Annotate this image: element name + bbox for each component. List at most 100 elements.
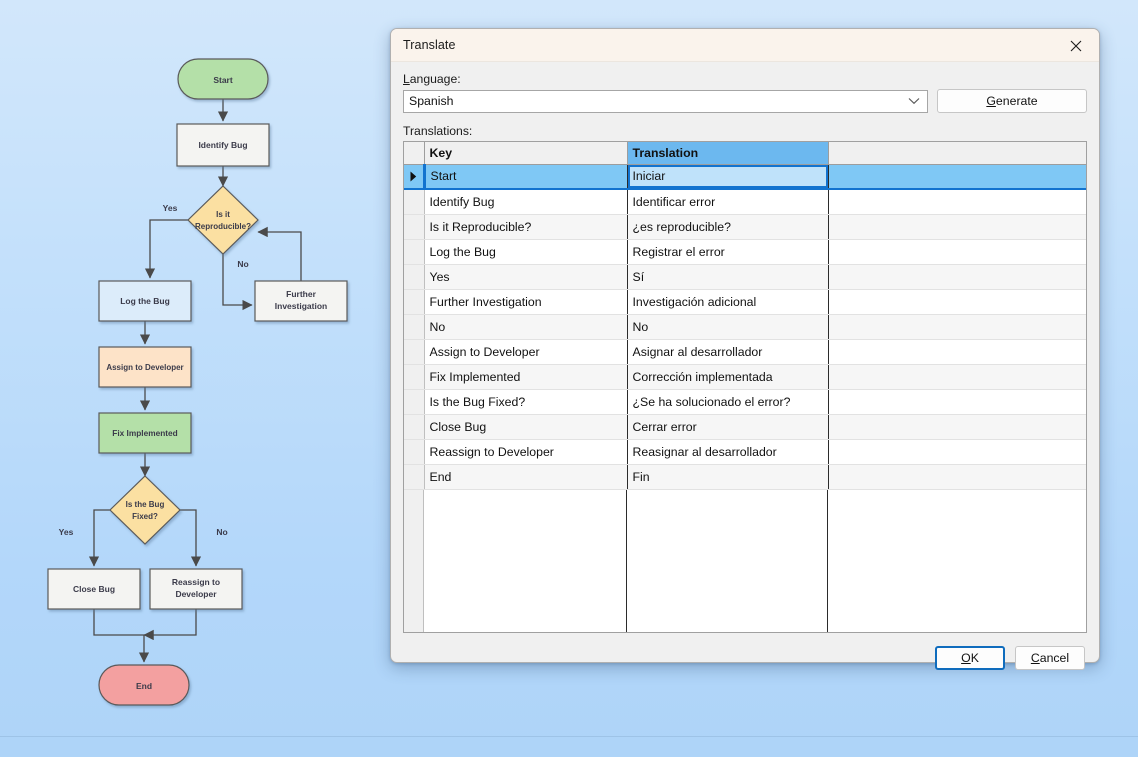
row-selector-cell[interactable] xyxy=(404,214,425,240)
language-label: Language: xyxy=(403,72,461,86)
cell-key[interactable]: Start xyxy=(424,164,628,190)
cell-translation[interactable]: Identificar error xyxy=(627,189,829,215)
cell-translation[interactable]: Iniciar xyxy=(627,164,829,190)
cell-key[interactable]: Identify Bug xyxy=(424,189,628,215)
flow-node-is-it-reproducible: Is it Reproducible? xyxy=(187,185,259,255)
cell-key[interactable]: Assign to Developer xyxy=(424,339,628,365)
grid-empty-filler-column xyxy=(828,490,1086,632)
table-row[interactable]: Assign to Developer Asignar al desarrolla… xyxy=(404,339,1086,365)
flowchart-diagram: Start Identify Bug Is it Reproducible? L… xyxy=(47,58,348,706)
cell-translation[interactable]: Corrección implementada xyxy=(627,364,829,390)
row-selector-cell[interactable] xyxy=(404,189,425,215)
ok-button[interactable]: OK xyxy=(935,645,1005,670)
table-row[interactable]: Log the Bug Registrar el error xyxy=(404,239,1086,265)
flow-node-reassign-to-developer: Reassign to Developer xyxy=(149,568,243,610)
row-selector-arrow-icon[interactable] xyxy=(404,164,426,190)
translations-grid[interactable]: Key Translation Start Iniciar Identify Bug… xyxy=(403,141,1087,633)
row-selector-cell[interactable] xyxy=(404,339,425,365)
column-header-translation[interactable]: Translation xyxy=(627,142,829,165)
row-selector-cell[interactable] xyxy=(404,389,425,415)
dialog-footer: OK Cancel xyxy=(391,633,1099,683)
cell-translation[interactable]: Asignar al desarrollador xyxy=(627,339,829,365)
cell-filler xyxy=(828,164,1086,190)
dialog-body: Language: Spanish Generate Translations: xyxy=(391,62,1099,633)
cell-key[interactable]: Further Investigation xyxy=(424,289,628,315)
row-selector-cell[interactable] xyxy=(404,439,425,465)
row-selector-cell[interactable] xyxy=(404,314,425,340)
table-row[interactable]: Reassign to Developer Reasignar al desarr… xyxy=(404,439,1086,465)
cell-translation[interactable]: Sí xyxy=(627,264,829,290)
row-selector-cell[interactable] xyxy=(404,464,425,490)
language-select[interactable]: Spanish xyxy=(403,89,928,113)
cell-key[interactable]: Reassign to Developer xyxy=(424,439,628,465)
cell-translation[interactable]: Cerrar error xyxy=(627,414,829,440)
table-row[interactable]: Identify Bug Identificar error xyxy=(404,189,1086,215)
cell-key[interactable]: Is it Reproducible? xyxy=(424,214,628,240)
cell-filler xyxy=(828,464,1086,490)
column-header-key[interactable]: Key xyxy=(424,142,628,165)
edge-label-no-fixed: No xyxy=(216,527,227,537)
flow-node-label-line2: Fixed? xyxy=(132,512,158,521)
cell-key[interactable]: End xyxy=(424,464,628,490)
cell-translation[interactable]: ¿Se ha solucionado el error? xyxy=(627,389,829,415)
row-selector-cell[interactable] xyxy=(404,414,425,440)
cell-key[interactable]: Close Bug xyxy=(424,414,628,440)
cell-filler xyxy=(828,439,1086,465)
dialog-titlebar: Translate xyxy=(391,29,1099,62)
table-row[interactable]: Fix Implemented Corrección implementada xyxy=(404,364,1086,390)
row-selector-cell[interactable] xyxy=(404,239,425,265)
cell-key[interactable]: No xyxy=(424,314,628,340)
flow-node-further-investigation: Further Investigation xyxy=(254,280,348,322)
cell-filler xyxy=(828,189,1086,215)
cell-translation[interactable]: Fin xyxy=(627,464,829,490)
edge-label-yes-fixed: Yes xyxy=(59,527,74,537)
cell-key[interactable]: Is the Bug Fixed? xyxy=(424,389,628,415)
table-row[interactable]: No No xyxy=(404,314,1086,340)
flow-node-log-the-bug: Log the Bug xyxy=(98,280,192,322)
cell-key[interactable]: Yes xyxy=(424,264,628,290)
flow-node-label-line2: Investigation xyxy=(275,301,327,311)
cell-filler xyxy=(828,239,1086,265)
row-selector-cell[interactable] xyxy=(404,264,425,290)
row-selector-cell[interactable] xyxy=(404,364,425,390)
close-icon[interactable] xyxy=(1054,30,1098,61)
cell-translation[interactable]: Registrar el error xyxy=(627,239,829,265)
grid-empty-area xyxy=(404,489,1086,632)
table-row[interactable]: Yes Sí xyxy=(404,264,1086,290)
table-row[interactable]: Further Investigation Investigación adici… xyxy=(404,289,1086,315)
table-row[interactable]: Close Bug Cerrar error xyxy=(404,414,1086,440)
grid-empty-key-column xyxy=(424,489,627,632)
cell-translation[interactable]: Reasignar al desarrollador xyxy=(627,439,829,465)
cell-filler xyxy=(828,264,1086,290)
row-selector-cell[interactable] xyxy=(404,289,425,315)
chevron-down-icon xyxy=(901,97,927,105)
language-selected-value: Spanish xyxy=(409,94,454,108)
table-row[interactable]: End Fin xyxy=(404,464,1086,490)
table-row[interactable]: Is the Bug Fixed? ¿Se ha solucionado el e… xyxy=(404,389,1086,415)
cell-translation[interactable]: No xyxy=(627,314,829,340)
flow-node-label-line1: Further xyxy=(286,289,316,299)
grid-empty-indicator-column xyxy=(404,489,424,632)
flow-node-label-line2: Developer xyxy=(175,589,217,599)
language-row: Spanish Generate xyxy=(403,89,1087,113)
edge-label-no-repro: No xyxy=(237,259,248,269)
generate-button[interactable]: Generate xyxy=(937,89,1087,113)
cell-filler xyxy=(828,414,1086,440)
cell-translation[interactable]: ¿es reproducible? xyxy=(627,214,829,240)
cell-key[interactable]: Fix Implemented xyxy=(424,364,628,390)
table-row[interactable]: Start Iniciar xyxy=(404,164,1086,190)
flow-node-label: Assign to Developer xyxy=(106,363,183,372)
table-row[interactable]: Is it Reproducible? ¿es reproducible? xyxy=(404,214,1086,240)
flow-node-assign-to-developer: Assign to Developer xyxy=(98,346,192,388)
cell-translation[interactable]: Investigación adicional xyxy=(627,289,829,315)
cell-key[interactable]: Log the Bug xyxy=(424,239,628,265)
flow-node-identify-bug: Identify Bug xyxy=(176,123,270,167)
translations-label: Translations: xyxy=(403,124,473,138)
row-indicator-header xyxy=(404,142,425,165)
flow-node-label: End xyxy=(136,681,152,691)
flow-node-label-line1: Reassign to xyxy=(172,577,220,587)
flow-node-label-line1: Is it xyxy=(216,210,230,219)
cancel-button[interactable]: Cancel xyxy=(1015,645,1085,670)
cell-filler xyxy=(828,289,1086,315)
flow-node-label: Start xyxy=(213,75,233,85)
